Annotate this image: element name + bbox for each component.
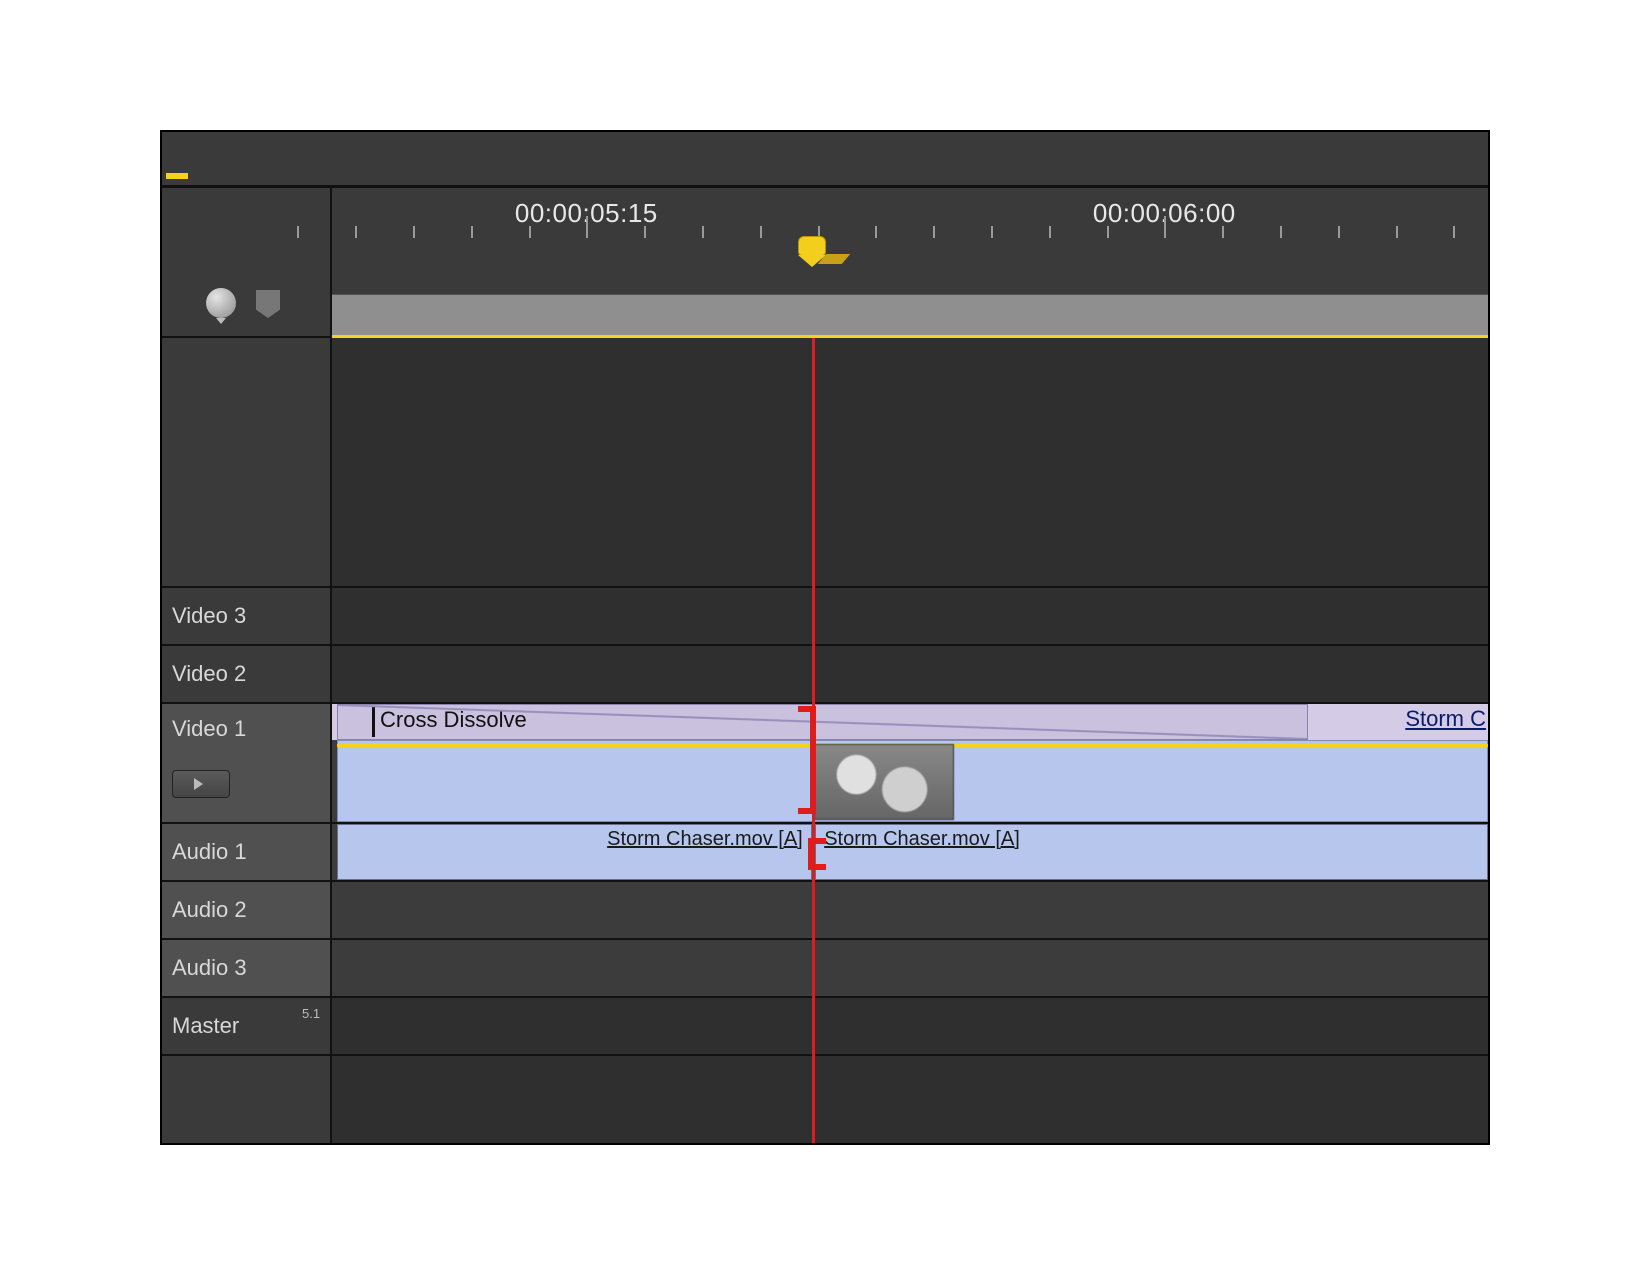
tracks-area: Video 3 Video 2 Video 1 Audio 1 Audio 2 …	[162, 338, 1488, 1143]
transition-clip[interactable]: Cross Dissolve	[337, 704, 1308, 740]
playhead-icon[interactable]	[796, 236, 828, 276]
clip-thumbnail	[814, 744, 954, 820]
lane-video1[interactable]: Cross Dissolve Storm C	[332, 704, 1488, 824]
track-header-audio3[interactable]: Audio 3	[162, 940, 330, 998]
track-label: Video 2	[172, 661, 246, 687]
clip-label-right: Storm C	[1405, 706, 1488, 732]
timeline-panel: 00:00:05:15 00:00:06:00 Video 3 Video 2 …	[160, 130, 1490, 1145]
track-label: Master	[172, 1013, 239, 1039]
header-spacer	[162, 338, 330, 588]
panel-topbar	[162, 132, 1488, 188]
playhead-line[interactable]	[812, 338, 815, 1143]
audio-clip-left[interactable]: Storm Chaser.mov [A]	[337, 824, 812, 880]
transition-diagonal-icon	[338, 705, 1307, 739]
track-label: Video 1	[172, 716, 246, 742]
track-header-master[interactable]: Master 5.1	[162, 998, 330, 1056]
track-label: Audio 3	[172, 955, 247, 981]
timeline-header: 00:00:05:15 00:00:06:00	[162, 188, 1488, 338]
snap-globe-icon[interactable]	[206, 288, 236, 318]
track-label: Audio 2	[172, 897, 247, 923]
clip-label: Storm Chaser.mov [A]	[816, 825, 1487, 853]
track-headers: Video 3 Video 2 Video 1 Audio 1 Audio 2 …	[162, 338, 332, 1143]
lane-video2[interactable]	[332, 646, 1488, 704]
master-channel-label: 5.1	[302, 1006, 320, 1021]
track-header-video3[interactable]: Video 3	[162, 588, 330, 646]
track-label: Audio 1	[172, 839, 247, 865]
track-expand-button[interactable]	[172, 770, 230, 798]
ruler-ticks	[332, 208, 1488, 238]
track-label: Video 3	[172, 603, 246, 629]
track-header-video2[interactable]: Video 2	[162, 646, 330, 704]
time-ruler[interactable]: 00:00:05:15 00:00:06:00	[332, 188, 1488, 336]
lane-audio2[interactable]	[332, 882, 1488, 940]
header-tools	[162, 188, 332, 336]
lane-video3[interactable]	[332, 588, 1488, 646]
work-area-bar[interactable]	[332, 294, 1488, 336]
track-header-audio2[interactable]: Audio 2	[162, 882, 330, 940]
track-header-audio1[interactable]: Audio 1	[162, 824, 330, 882]
marker-shield-icon[interactable]	[256, 290, 280, 318]
track-content[interactable]: Cross Dissolve Storm C Storm Chaser.mov …	[332, 338, 1488, 1143]
lane-spacer	[332, 338, 1488, 588]
track-header-video1[interactable]: Video 1	[162, 704, 330, 824]
edit-point-bracket[interactable]	[808, 838, 826, 870]
lane-audio3[interactable]	[332, 940, 1488, 998]
sequence-tab-indicator[interactable]	[166, 173, 188, 179]
lane-audio1[interactable]: Storm Chaser.mov [A] Storm Chaser.mov [A…	[332, 824, 1488, 882]
lane-master[interactable]	[332, 998, 1488, 1056]
clip-label: Storm Chaser.mov [A]	[338, 825, 811, 853]
audio-clip-right[interactable]: Storm Chaser.mov [A]	[815, 824, 1488, 880]
